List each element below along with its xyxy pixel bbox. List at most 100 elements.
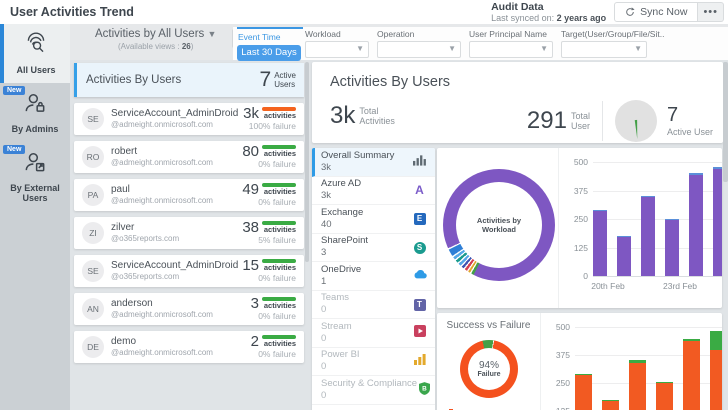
gridline — [575, 327, 722, 328]
bar — [656, 382, 673, 410]
main-scrollbar[interactable] — [723, 62, 728, 182]
workload-item-teams[interactable]: Teams 0 T — [312, 291, 435, 320]
main-panel: Activities By Users 3k TotalActivities 2… — [310, 60, 728, 410]
user-list-panel: Activities By Users 7 Active Users SE Se… — [70, 60, 310, 410]
workload-item-security-compliance[interactable]: Security & Compliance 0 B — [312, 376, 435, 405]
activities-label: activities — [264, 188, 296, 196]
filter-dropdown: Operation ▼ — [377, 29, 461, 58]
summary-card: Activities By Users 3k TotalActivities 2… — [312, 62, 723, 143]
new-badge: New — [3, 86, 25, 95]
workload-item-exchange[interactable]: Exchange 40 E — [312, 205, 435, 234]
workload-count: 3k — [321, 162, 412, 174]
filter-dropdown-box[interactable]: ▼ — [469, 41, 553, 58]
bar — [575, 374, 592, 410]
bar-success — [710, 331, 722, 350]
user-row[interactable]: SE ServiceAccount_AdminDroid @o365report… — [74, 255, 304, 287]
chevron-down-icon: ▼ — [207, 29, 216, 39]
filter-dropdown-label: Operation — [377, 29, 461, 39]
bar-activities — [641, 197, 655, 276]
user-name: anderson — [111, 298, 251, 310]
sidebar-item-by-admins[interactable]: NewBy Admins — [0, 83, 70, 142]
workload-item-azure-ad[interactable]: Azure AD 3k A — [312, 177, 435, 206]
exchange-icon: E — [412, 212, 427, 225]
bar — [683, 339, 700, 410]
event-time-label: Event Time — [238, 32, 303, 42]
user-list-scrollbar[interactable] — [305, 62, 309, 262]
user-rows: SE ServiceAccount_AdminDroid @admeight.o… — [70, 103, 310, 363]
success-failure-bar-chart: 125250375500 — [541, 313, 722, 410]
filter-dropdowns: Workload ▼Operation ▼User Principal Name… — [305, 29, 672, 58]
chevron-down-icon: ▼ — [448, 44, 456, 53]
bar-activities — [689, 175, 703, 276]
bar-failure — [629, 363, 646, 410]
user-email: @o365reports.com — [111, 234, 242, 244]
avatar: RO — [82, 146, 104, 168]
bar-success — [575, 374, 592, 376]
workload-donut-chart: Activities by Workload — [443, 169, 555, 281]
user-row[interactable]: ZI zilver @o365reports.com 38 activities… — [74, 217, 304, 249]
event-time-value-button[interactable]: Last 30 Days — [237, 45, 301, 61]
activity-count: 3 — [251, 296, 259, 311]
onedrive-icon — [412, 269, 427, 282]
active-users-label: Active Users — [274, 71, 296, 89]
sidebar-item-by-external-users[interactable]: NewBy External Users — [0, 142, 70, 212]
sync-now-button[interactable]: Sync Now — [614, 2, 698, 22]
azure-ad-icon: A — [412, 183, 427, 197]
filter-dropdown-box[interactable]: ▼ — [305, 41, 369, 58]
view-selector-dropdown[interactable]: Activities by All Users ▼ — [95, 28, 216, 40]
activity-count: 3k — [243, 106, 259, 121]
user-row[interactable]: DE demo @admeight.onmicrosoft.com 2 acti… — [74, 331, 304, 363]
workload-name: Security & Compliance — [321, 378, 417, 390]
bar-success — [656, 382, 673, 383]
bar-failure — [656, 383, 673, 410]
user-row[interactable]: AN anderson @admeight.onmicrosoft.com 3 … — [74, 293, 304, 325]
avatar: ZI — [82, 222, 104, 244]
bar — [713, 167, 722, 276]
user-row[interactable]: RO robert @admeight.onmicrosoft.com 80 a… — [74, 141, 304, 173]
user-row[interactable]: PA paul @admeight.onmicrosoft.com 49 act… — [74, 179, 304, 211]
y-axis-tick: 375 — [556, 350, 570, 360]
workload-list-card: Overall Summary 3k Azure AD 3k A Exchang… — [312, 148, 435, 410]
bar-success — [602, 400, 619, 401]
filter-dropdown-box[interactable]: ▼ — [561, 41, 647, 58]
avatar: SE — [82, 108, 104, 130]
more-options-button[interactable]: ••• — [698, 2, 724, 22]
workload-name: Azure AD — [321, 178, 412, 190]
filter-dropdown: User Principal Name ▼ — [469, 29, 553, 58]
workload-item-power-bi[interactable]: Power BI 0 — [312, 348, 435, 377]
summary-bars-icon — [412, 154, 427, 169]
workload-item-overall-summary[interactable]: Overall Summary 3k — [312, 148, 435, 177]
chevron-down-icon: ▼ — [540, 44, 548, 53]
by-external-users-icon — [22, 162, 48, 179]
failure-rate: 5% failure — [242, 236, 296, 245]
workload-item-sharepoint[interactable]: SharePoint 3 S — [312, 234, 435, 263]
filter-dropdown: Target(User/Group/File/Sit.. ▼ — [561, 29, 664, 58]
activity-count: 2 — [251, 334, 259, 349]
page-title: User Activities Trend — [10, 5, 134, 19]
workload-count: 0 — [321, 333, 412, 345]
bar-activities — [713, 169, 722, 276]
chevron-down-icon: ▼ — [356, 44, 364, 53]
bar-activities — [665, 219, 679, 276]
audit-data-block: Audit Data Last synced on: 2 years ago S… — [491, 1, 724, 23]
user-row[interactable]: SE ServiceAccount_AdminDroid @admeight.o… — [74, 103, 304, 135]
failure-rate: 0% failure — [251, 350, 296, 359]
toolbar: Activities by All Users ▼ (Available vie… — [70, 24, 728, 60]
y-axis-tick: 125 — [556, 406, 570, 410]
bar — [710, 331, 722, 410]
bar-success — [683, 339, 700, 341]
workload-name: SharePoint — [321, 235, 412, 247]
filter-dropdown-box[interactable]: ▼ — [377, 41, 461, 58]
user-name: zilver — [111, 222, 242, 234]
workload-count: 0 — [321, 361, 412, 373]
workload-item-onedrive[interactable]: OneDrive 1 — [312, 262, 435, 291]
sharepoint-icon: S — [412, 241, 427, 254]
workload-item-stream[interactable]: Stream 0 — [312, 319, 435, 348]
failure-rate: 100% failure — [243, 122, 296, 131]
event-time-section: Event Time Last 30 Days — [237, 27, 303, 61]
sidebar-item-all-users[interactable]: All Users — [0, 24, 70, 83]
user-name: paul — [111, 184, 242, 196]
user-email: @admeight.onmicrosoft.com — [111, 120, 243, 130]
user-email: @admeight.onmicrosoft.com — [111, 196, 242, 206]
workload-count: 0 — [321, 390, 417, 402]
